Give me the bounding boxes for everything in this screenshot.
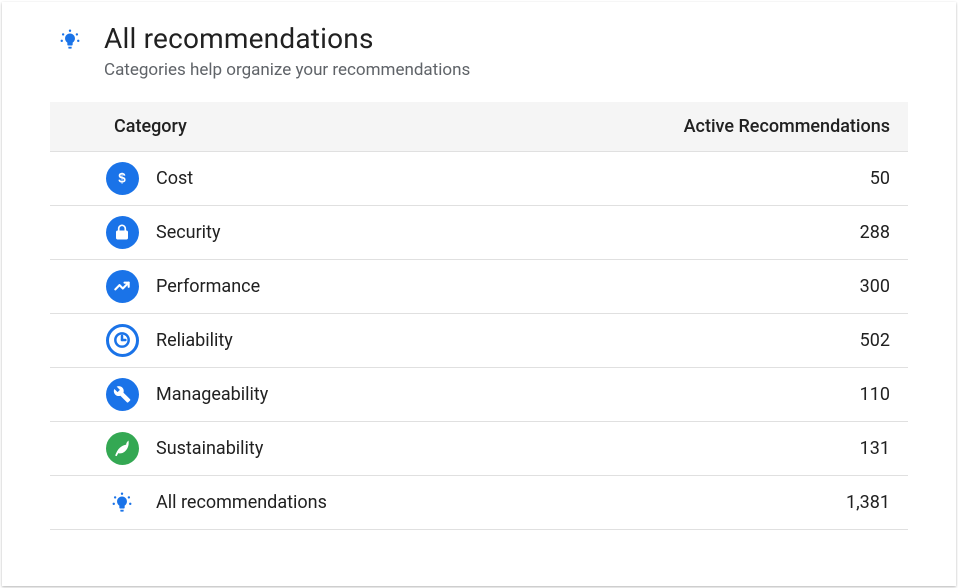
lightbulb-icon [59,28,81,50]
row-all[interactable]: All recommendations 1,381 [50,476,908,530]
svg-text:$: $ [118,171,126,186]
performance-icon [106,270,139,303]
manageability-icon [106,378,139,411]
reliability-icon [106,324,139,357]
row-sustainability[interactable]: Sustainability 131 [50,422,908,476]
row-manageability[interactable]: Manageability 110 [50,368,908,422]
sustainability-icon [106,432,139,465]
row-label: Reliability [152,330,810,351]
row-label: Cost [152,168,810,189]
column-active: Active Recommendations [684,116,890,137]
lightbulb-icon [111,491,133,513]
column-category: Category [114,116,684,137]
row-reliability[interactable]: Reliability 502 [50,314,908,368]
cost-icon: $ [106,162,139,195]
row-performance[interactable]: Performance 300 [50,260,908,314]
security-icon [106,216,139,249]
row-label: Security [152,222,810,243]
table-header: Category Active Recommendations [50,102,908,152]
page-subtitle: Categories help organize your recommenda… [104,60,470,80]
row-cost[interactable]: $ Cost 50 [50,152,908,206]
row-label: Sustainability [152,438,810,459]
row-count: 502 [810,330,890,351]
row-label: Performance [152,276,810,297]
header: All recommendations Categories help orga… [50,22,946,80]
row-label: Manageability [152,384,810,405]
row-security[interactable]: Security 288 [50,206,908,260]
header-icon-wrap [50,22,90,50]
row-count: 110 [810,384,890,405]
recommendations-table: Category Active Recommendations $ Cost 5… [50,102,908,530]
row-count: 131 [810,438,890,459]
header-text: All recommendations Categories help orga… [104,22,470,80]
row-count: 50 [810,168,890,189]
row-count: 288 [810,222,890,243]
recommendations-card: All recommendations Categories help orga… [2,2,956,586]
row-label: All recommendations [152,492,810,513]
page-title: All recommendations [104,22,470,56]
row-count: 1,381 [810,492,890,513]
row-count: 300 [810,276,890,297]
